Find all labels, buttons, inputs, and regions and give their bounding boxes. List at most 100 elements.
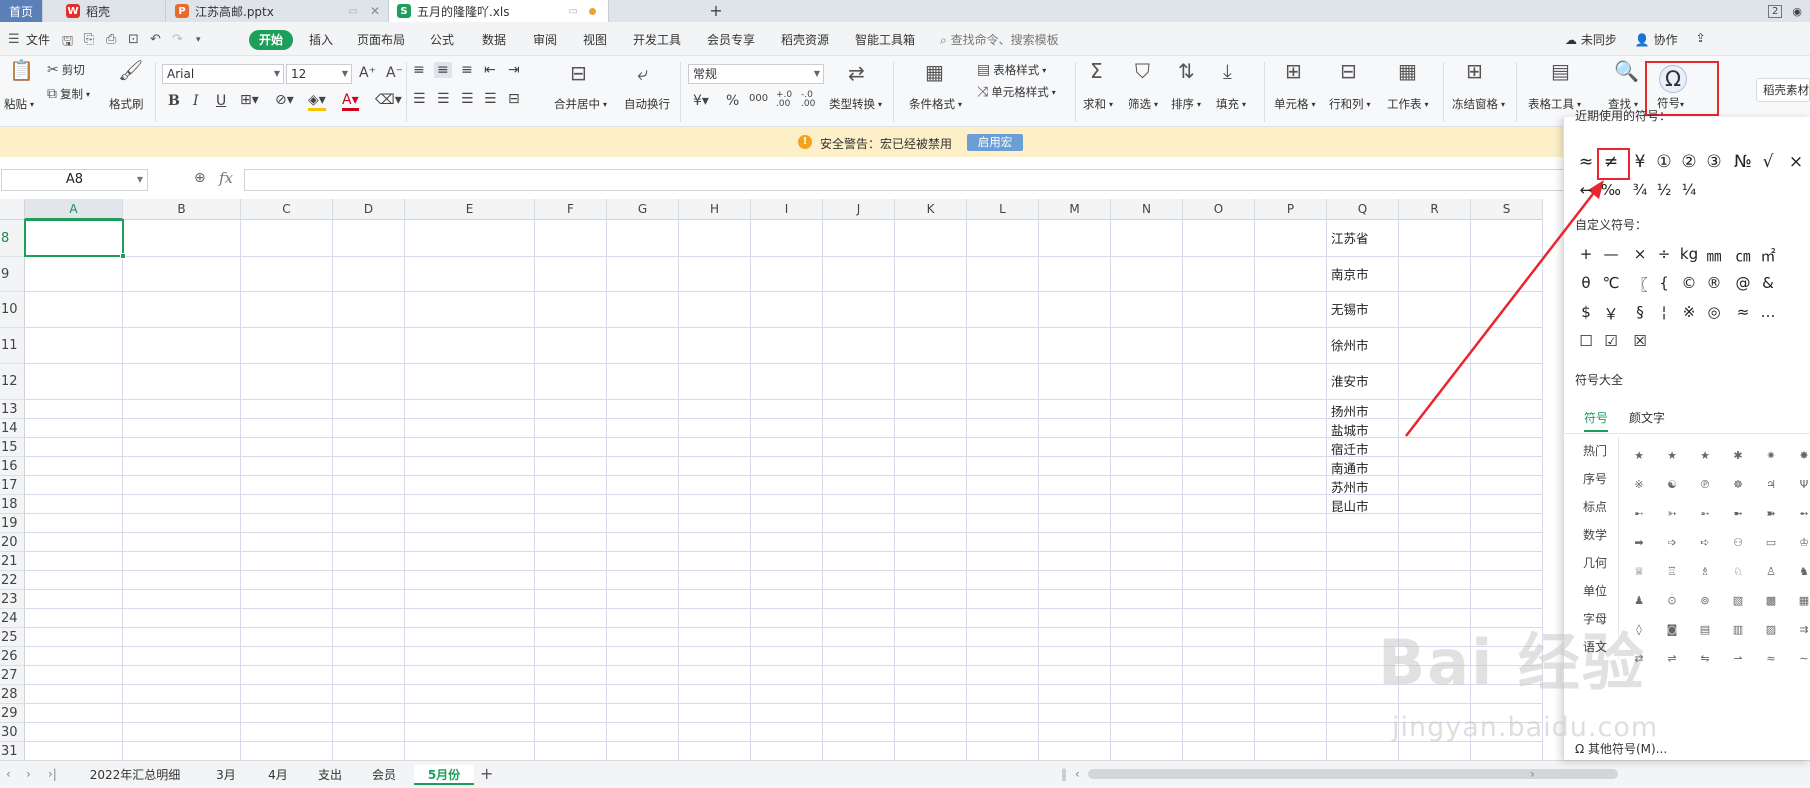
decrease-decimal-icon[interactable]: -.0.00 xyxy=(801,91,815,109)
symbol-grid-item-icon[interactable]: ℗ xyxy=(1697,478,1713,491)
recent-symbol[interactable]: ‰ xyxy=(1599,181,1623,199)
menu-developer[interactable]: 开发工具 xyxy=(633,31,681,48)
custom-symbol[interactable]: … xyxy=(1756,303,1780,321)
menu-formula[interactable]: 公式 xyxy=(430,31,454,48)
copy-button[interactable]: ⧉ 复制 ▾ xyxy=(47,86,90,102)
column-header-b[interactable]: B xyxy=(123,199,241,220)
row-header-11[interactable]: 11 xyxy=(0,328,25,364)
symbol-grid-item-icon[interactable]: ➡ xyxy=(1631,536,1647,549)
save-icon[interactable]: 🖫 xyxy=(62,32,73,54)
menu-view[interactable]: 视图 xyxy=(583,31,607,48)
custom-symbol[interactable]: ® xyxy=(1702,274,1726,292)
menu-start[interactable]: 开始 xyxy=(249,30,293,50)
row-header-18[interactable]: 18 xyxy=(0,495,25,514)
align-left-icon[interactable]: ☰ xyxy=(413,91,426,107)
align-bottom-icon[interactable]: ≡ xyxy=(461,62,473,78)
row-header-20[interactable]: 20 xyxy=(0,533,25,552)
custom-symbol[interactable]: ≈ xyxy=(1731,303,1755,321)
symbol-grid-item-icon[interactable]: ☯ xyxy=(1664,478,1680,491)
new-tab-button[interactable]: + xyxy=(705,0,727,22)
menu-insert[interactable]: 插入 xyxy=(309,31,333,48)
symbol-grid-item-icon[interactable]: ➩ xyxy=(1664,536,1680,549)
row-header-13[interactable]: 13 xyxy=(0,400,25,419)
column-header-p[interactable]: P xyxy=(1255,199,1327,220)
more-symbols-link[interactable]: Ω 其他符号(M)... xyxy=(1575,740,1667,757)
row-header-21[interactable]: 21 xyxy=(0,552,25,571)
splitter-handle[interactable]: ‖ xyxy=(1061,767,1067,781)
fill-color-icon[interactable]: ◈▾ xyxy=(308,92,326,111)
cell-button[interactable]: 单元格 ▾ xyxy=(1274,96,1316,112)
custom-symbol[interactable]: ÷ xyxy=(1652,245,1676,263)
align-top-icon[interactable]: ≡ xyxy=(413,62,425,78)
sheet-tab-2022-summary[interactable]: 2022年汇总明细 xyxy=(80,765,190,785)
worksheet-button[interactable]: 工作表 ▾ xyxy=(1387,96,1429,112)
custom-symbol[interactable]: © xyxy=(1677,274,1701,292)
increase-decimal-icon[interactable]: +.0.00 xyxy=(776,91,792,109)
table-tools-button[interactable]: 表格工具 ▾ xyxy=(1528,96,1581,112)
cell-q17[interactable]: 苏州市 xyxy=(1331,477,1369,496)
tab-home[interactable]: 首页 xyxy=(0,0,43,22)
symbol-grid-item-icon[interactable]: ⚇ xyxy=(1730,536,1746,549)
symbol-category[interactable]: 数学 xyxy=(1583,526,1607,543)
custom-symbol[interactable]: @ xyxy=(1731,274,1755,292)
symbol-category[interactable]: 几何 xyxy=(1583,554,1607,571)
cell-q16[interactable]: 南通市 xyxy=(1331,458,1369,477)
increase-font-icon[interactable]: A⁺ xyxy=(359,65,376,81)
fill-pattern-icon[interactable]: ⊘▾ xyxy=(275,92,294,108)
outdent-icon[interactable]: ⇤ xyxy=(484,62,496,78)
column-header-o[interactable]: O xyxy=(1183,199,1255,220)
custom-symbol[interactable]: ¦ xyxy=(1652,303,1676,321)
column-header-e[interactable]: E xyxy=(405,199,535,220)
tab-symbols[interactable]: 符号 xyxy=(1584,409,1609,432)
horizontal-scrollbar[interactable] xyxy=(1088,769,1618,779)
symbol-grid-item-icon[interactable]: ☸ xyxy=(1730,478,1746,491)
cell-q18[interactable]: 昆山市 xyxy=(1331,496,1369,515)
filter-icon[interactable]: ⛉ xyxy=(1135,59,1150,83)
custom-symbol[interactable]: 〖 xyxy=(1628,274,1652,295)
row-header-29[interactable]: 29 xyxy=(0,704,25,723)
symbol-grid-item-icon[interactable]: ◙ xyxy=(1664,623,1680,636)
command-search[interactable]: ⌕ 查找命令、搜索模板 xyxy=(940,31,1059,48)
sheet-tab-member[interactable]: 会员 xyxy=(360,765,408,785)
last-sheet-icon[interactable]: ›| xyxy=(48,767,57,781)
column-header-a[interactable]: A xyxy=(25,199,123,220)
symbol-grid-item-icon[interactable]: ▩ xyxy=(1763,594,1779,607)
column-header-n[interactable]: N xyxy=(1111,199,1183,220)
symbol-grid-item-icon[interactable]: ➪ xyxy=(1697,536,1713,549)
sync-status[interactable]: ☁ 未同步 xyxy=(1565,31,1617,48)
name-box[interactable]: A8 ▼ xyxy=(1,169,148,191)
symbol-grid-item-icon[interactable]: ※ xyxy=(1631,478,1647,491)
underline-icon[interactable]: U xyxy=(216,93,226,109)
tab-daoke[interactable]: W 稻壳 xyxy=(58,0,166,22)
recent-symbol[interactable]: ③ xyxy=(1702,152,1726,172)
align-right-icon[interactable]: ☰ xyxy=(461,91,474,107)
selected-cell-a8[interactable] xyxy=(24,219,126,259)
column-header-s[interactable]: S xyxy=(1471,199,1543,220)
row-header-12[interactable]: 12 xyxy=(0,364,25,400)
custom-symbol[interactable]: θ xyxy=(1574,274,1598,292)
row-header-9[interactable]: 9 xyxy=(0,257,25,292)
symbol-grid-item-icon[interactable]: ⊚ xyxy=(1697,594,1713,607)
redo-icon[interactable]: ↷ xyxy=(172,32,183,47)
column-header-g[interactable]: G xyxy=(607,199,679,220)
column-header-h[interactable]: H xyxy=(679,199,751,220)
row-header-15[interactable]: 15 xyxy=(0,438,25,457)
distribute-icon[interactable]: ⊟ xyxy=(508,91,520,107)
indent-icon[interactable]: ⇥ xyxy=(508,62,520,78)
pin-icon[interactable]: ▭ xyxy=(349,6,358,17)
custom-symbol[interactable]: ※ xyxy=(1677,303,1701,321)
menu-page-layout[interactable]: 页面布局 xyxy=(357,31,405,48)
row-header-26[interactable]: 26 xyxy=(0,647,25,666)
fx-icon[interactable]: fx xyxy=(219,169,233,187)
quick-access-dropdown-icon[interactable]: ▾ xyxy=(196,35,201,45)
custom-symbol[interactable]: kg xyxy=(1677,245,1701,263)
menu-smart-toolbox[interactable]: 智能工具箱 xyxy=(855,31,915,48)
paste-button[interactable]: 粘贴 ▾ xyxy=(4,96,34,112)
align-middle-icon[interactable]: ≡ xyxy=(434,62,452,78)
custom-symbol[interactable]: § xyxy=(1628,303,1652,321)
sheet-tab-march[interactable]: 3月 xyxy=(202,765,250,785)
custom-symbol[interactable]: ㎡ xyxy=(1756,245,1780,266)
scroll-left-icon[interactable]: ‹ xyxy=(1075,767,1080,781)
clear-format-icon[interactable]: ⌫▾ xyxy=(375,92,402,108)
column-header-r[interactable]: R xyxy=(1399,199,1471,220)
